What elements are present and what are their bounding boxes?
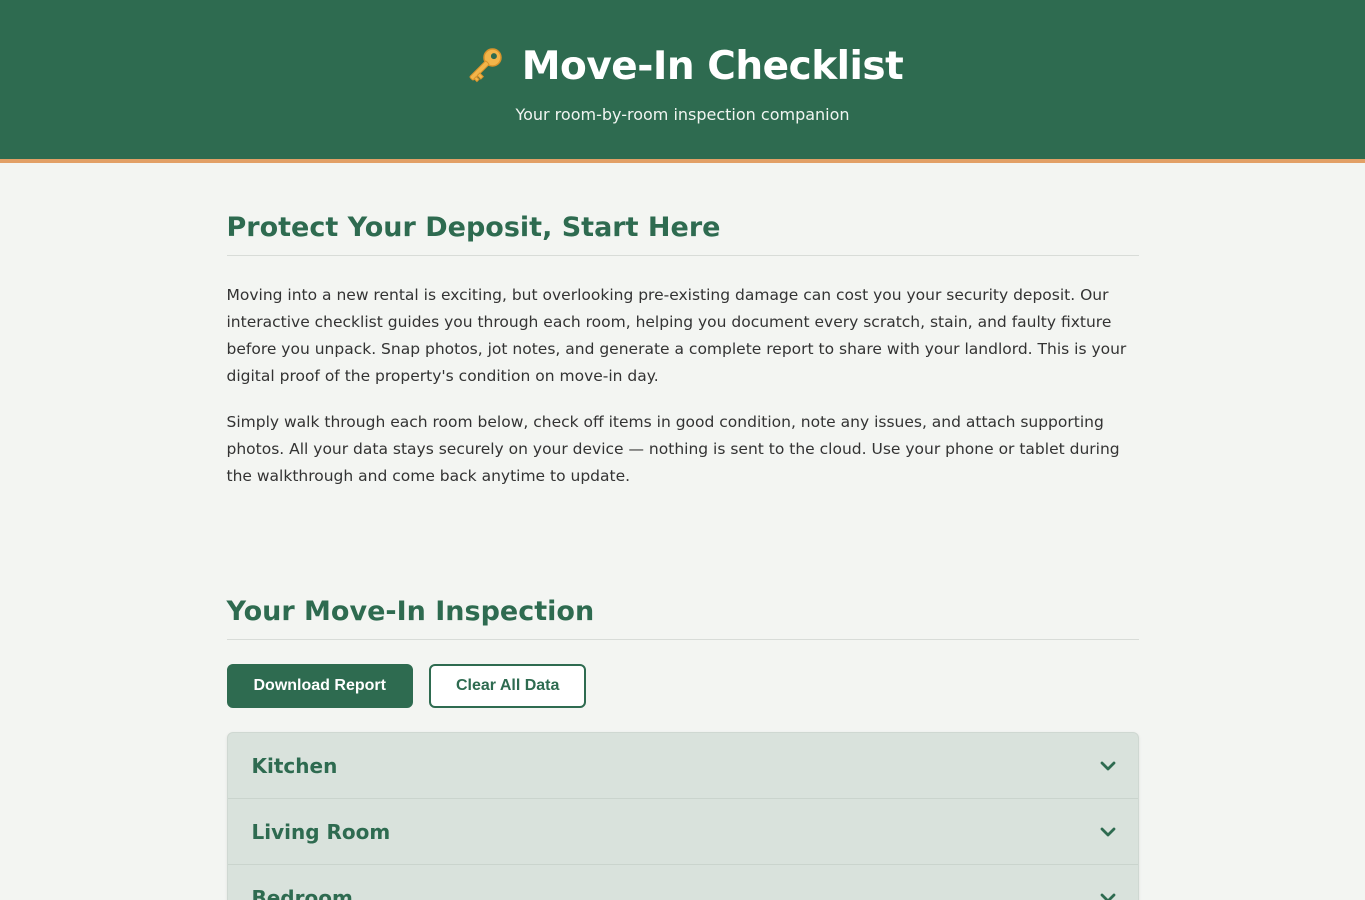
key-icon: [469, 48, 502, 83]
room-bedroom[interactable]: Bedroom: [228, 865, 1138, 900]
inspection-heading: Your Move-In Inspection: [226, 596, 1139, 640]
download-report-button[interactable]: Download Report: [226, 664, 413, 708]
chevron-down-icon[interactable]: [1098, 822, 1118, 842]
main-content: Protect Your Deposit, Start Here Moving …: [226, 212, 1139, 900]
header-title-row: Move-In Checklist: [0, 0, 1365, 90]
room-name: Kitchen: [251, 753, 338, 778]
action-buttons: Download Report Clear All Data: [226, 664, 1139, 708]
room-name: Bedroom: [251, 885, 353, 900]
room-name: Living Room: [251, 819, 391, 844]
intro-paragraph-1: Moving into a new rental is exciting, bu…: [226, 286, 1127, 385]
room-kitchen[interactable]: Kitchen: [227, 733, 1138, 799]
intro-heading: Protect Your Deposit, Start Here: [226, 212, 1139, 256]
chevron-down-icon[interactable]: [1098, 756, 1118, 776]
room-living-room[interactable]: Living Room: [227, 799, 1138, 865]
clear-all-data-button[interactable]: Clear All Data: [428, 664, 587, 708]
page-header: Move-In Checklist Your room-by-room insp…: [0, 0, 1365, 163]
intro-paragraph-2: Simply walk through each room below, che…: [226, 413, 1120, 485]
page-title: Move-In Checklist: [521, 43, 904, 89]
page-subtitle: Your room-by-room inspection companion: [515, 105, 850, 124]
chevron-down-icon[interactable]: [1098, 888, 1118, 900]
room-accordion: Kitchen Living Room Bedroom: [226, 732, 1139, 900]
